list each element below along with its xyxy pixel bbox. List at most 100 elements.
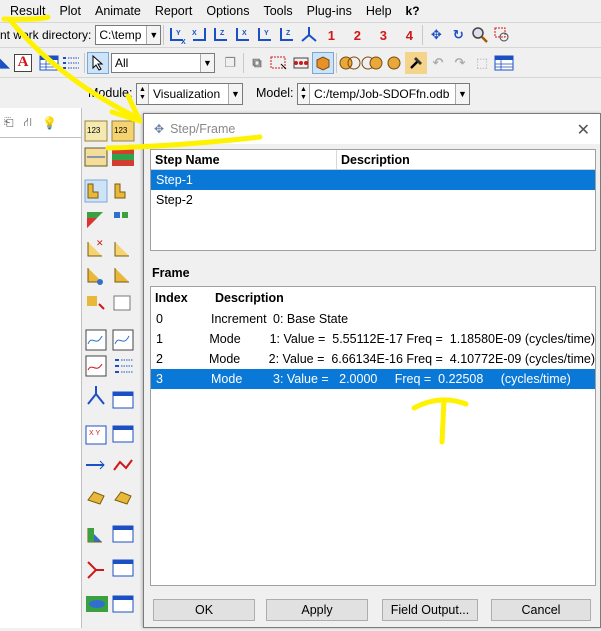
frame-row[interactable]: 1 Mode 1: Value = 5.55112E-17 Freq = 1.1… xyxy=(151,329,595,349)
svg-text:123: 123 xyxy=(87,126,101,135)
menu-plot[interactable]: Plot xyxy=(59,4,81,18)
table-icon[interactable] xyxy=(38,52,60,74)
frame-row[interactable]: 2 Mode 2: Value = 6.66134E-16 Freq = 4.1… xyxy=(151,349,595,369)
menu-tools[interactable]: Tools xyxy=(263,4,292,18)
spinner-icon[interactable]: ▲ ▼ xyxy=(298,84,310,104)
svg-text:Y: Y xyxy=(264,30,269,37)
view-yx-icon[interactable]: X xyxy=(188,24,210,46)
step-description-header[interactable]: Description xyxy=(337,150,595,169)
tree-filter-icon[interactable]: ⛙ xyxy=(24,115,32,131)
tree-back-icon[interactable]: ⎗ xyxy=(4,115,14,130)
step-row[interactable]: Step-2 xyxy=(151,190,595,210)
menu-animate[interactable]: Animate xyxy=(95,4,141,18)
view-zx-icon[interactable]: Z xyxy=(276,24,298,46)
field-output-button[interactable]: Field Output... xyxy=(382,599,478,621)
box-zoom-icon[interactable] xyxy=(491,24,513,46)
magnify-icon[interactable] xyxy=(469,24,491,46)
text-annotation-icon[interactable]: A xyxy=(14,53,32,72)
model-combo[interactable]: ▲ ▼ C:/temp/Job-SDOFfn.odb ▼ xyxy=(297,83,470,105)
svg-text:123: 123 xyxy=(114,126,128,135)
menu-help[interactable]: Help xyxy=(366,4,392,18)
cancel-button[interactable]: Cancel xyxy=(491,599,591,621)
view-2-button[interactable]: 2 xyxy=(346,24,368,46)
box-3d-icon[interactable] xyxy=(312,51,334,74)
render-icon-3[interactable] xyxy=(383,52,405,74)
frame-description: 1: Value = 5.55112E-17 Freq = 1.18580E-0… xyxy=(269,332,595,346)
render-icon-1[interactable] xyxy=(339,52,361,74)
view-xy-icon[interactable]: YX xyxy=(166,24,188,46)
step-frame-dialog: ✥ Step/Frame ✕ Step Name Description Ste… xyxy=(143,113,601,628)
step-frame-icon: ✥ xyxy=(154,122,165,136)
box-select-icon[interactable] xyxy=(268,52,290,74)
table-icon-2[interactable] xyxy=(493,52,515,74)
frame-index-header[interactable]: Index xyxy=(151,287,211,309)
view-yz-icon[interactable]: Y xyxy=(254,24,276,46)
rotate-icon[interactable]: ↻ xyxy=(447,24,469,46)
view-4-button[interactable]: 4 xyxy=(398,24,420,46)
svg-text:X: X xyxy=(181,39,186,45)
toolbar-separator xyxy=(163,25,165,45)
frame-description: 0: Base State xyxy=(273,312,349,326)
module-combo[interactable]: ▲ ▼ Visualization ▼ xyxy=(136,83,243,105)
render-icon-2[interactable] xyxy=(361,52,383,74)
chevron-down-icon[interactable]: ▼ xyxy=(146,26,161,44)
frame-type: Mode xyxy=(211,372,243,386)
frame-description-header[interactable]: Description xyxy=(211,287,595,309)
step-name-header[interactable]: Step Name xyxy=(151,150,337,169)
step-name: Step-2 xyxy=(156,193,193,207)
svg-text:Y: Y xyxy=(176,30,181,37)
toolbar-row-1: nt work directory: C:\temp ▼ YX X Z X Y … xyxy=(0,22,601,48)
module-value: Visualization xyxy=(153,87,221,101)
whats-this-icon[interactable]: k? xyxy=(406,4,420,18)
step-row[interactable]: Step-1 xyxy=(151,170,595,190)
list-icon[interactable] xyxy=(60,52,82,74)
node-select-icon[interactable] xyxy=(290,52,312,74)
menu-options[interactable]: Options xyxy=(206,4,249,18)
model-value: C:/temp/Job-SDOFfn.odb xyxy=(314,87,450,101)
chevron-down-icon[interactable]: ▼ xyxy=(200,53,214,72)
close-icon[interactable]: ✕ xyxy=(577,120,590,140)
step-table-header: Step Name Description xyxy=(151,150,595,170)
work-directory-label: nt work directory: xyxy=(0,28,92,42)
copy-icon[interactable]: ❐ xyxy=(219,52,241,74)
frame-label: Frame xyxy=(152,266,190,280)
svg-text:✕: ✕ xyxy=(96,238,104,248)
apply-button[interactable]: Apply xyxy=(266,599,368,621)
view-3-button[interactable]: 3 xyxy=(372,24,394,46)
svg-text:Z: Z xyxy=(220,30,225,37)
lightbulb-icon[interactable]: 💡 xyxy=(42,116,57,130)
dialog-title: Step/Frame xyxy=(170,122,236,136)
menu-report[interactable]: Report xyxy=(155,4,193,18)
tool-palette-icons[interactable]: 123 123 ✕ X Y xyxy=(82,108,140,628)
arrow-icon[interactable]: ◣ xyxy=(0,52,10,74)
frame-table-header: Index Description xyxy=(151,287,595,309)
hammer-icon[interactable] xyxy=(405,51,427,74)
redo-icon[interactable]: ↷ xyxy=(449,52,471,74)
svg-text:Z: Z xyxy=(286,30,291,37)
undo-icon[interactable]: ↶ xyxy=(427,52,449,74)
frame-row[interactable]: 3 Mode 3: Value = 2.0000 Freq = 0.22508 … xyxy=(151,369,595,389)
view-zy-icon[interactable]: Z xyxy=(210,24,232,46)
frame-row[interactable]: 0 Increment 0: Base State xyxy=(151,309,595,329)
selection-filter-combo[interactable]: All ▼ xyxy=(111,52,215,73)
ok-button[interactable]: OK xyxy=(153,599,255,621)
menu-plugins[interactable]: Plug-ins xyxy=(307,4,352,18)
view-xz-icon[interactable]: X xyxy=(232,24,254,46)
chevron-down-icon[interactable]: ▼ xyxy=(455,84,469,104)
frame-type: Mode xyxy=(208,352,241,366)
view-iso-icon[interactable] xyxy=(298,24,320,46)
spinner-icon[interactable]: ▲ ▼ xyxy=(137,84,149,104)
model-tree-panel: ⎗ ⛙ 💡 xyxy=(0,108,82,628)
view-1-button[interactable]: 1 xyxy=(320,24,342,46)
zoom-box-icon[interactable]: ⬚ xyxy=(471,52,493,74)
select-pointer-icon[interactable] xyxy=(87,51,109,74)
pan-icon[interactable]: ✥ xyxy=(425,24,447,46)
tree-toolbar: ⎗ ⛙ 💡 xyxy=(0,108,81,138)
frame-index: 1 xyxy=(156,332,163,346)
layers-icon[interactable]: ⧉ xyxy=(246,52,268,74)
work-directory-combo[interactable]: C:\temp ▼ xyxy=(95,25,162,45)
dialog-title-bar[interactable]: ✥ Step/Frame ✕ xyxy=(144,114,600,144)
menu-result[interactable]: Result xyxy=(10,4,45,18)
toolbar-row-2: ◣ A All ▼ ❐ ⧉ ↶ ↷ ⬚ xyxy=(0,48,601,78)
chevron-down-icon[interactable]: ▼ xyxy=(228,84,242,104)
